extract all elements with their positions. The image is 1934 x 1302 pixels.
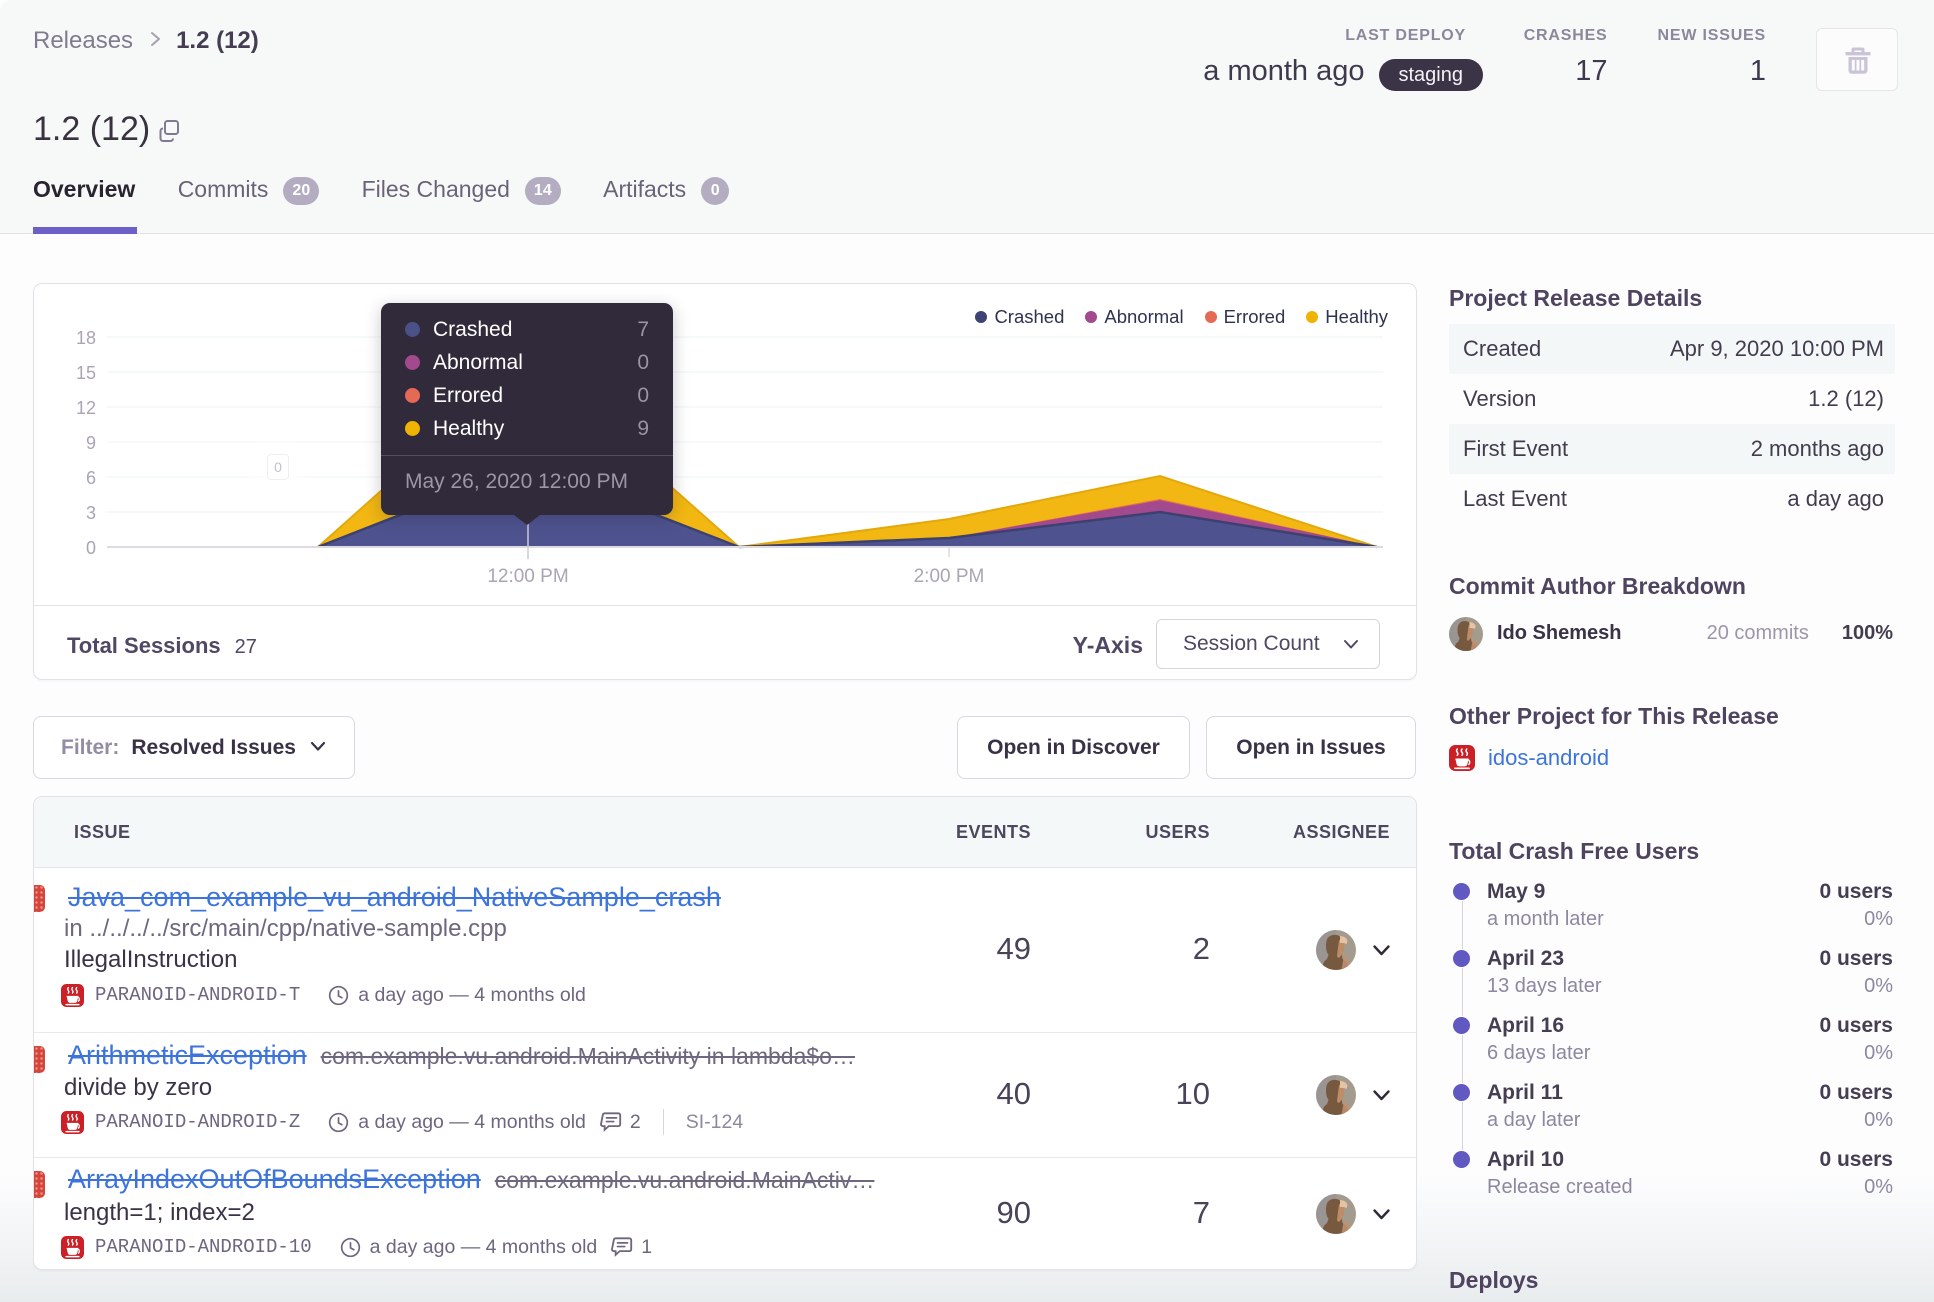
svg-text:9: 9 bbox=[86, 433, 96, 453]
svg-text:0: 0 bbox=[86, 538, 96, 558]
svg-text:12: 12 bbox=[76, 398, 96, 418]
svg-text:6: 6 bbox=[86, 468, 96, 488]
svg-text:3: 3 bbox=[86, 503, 96, 523]
svg-text:18: 18 bbox=[76, 328, 96, 348]
svg-text:15: 15 bbox=[76, 363, 96, 383]
svg-text:2:00 PM: 2:00 PM bbox=[914, 566, 985, 587]
svg-text:12:00 PM: 12:00 PM bbox=[487, 566, 568, 587]
